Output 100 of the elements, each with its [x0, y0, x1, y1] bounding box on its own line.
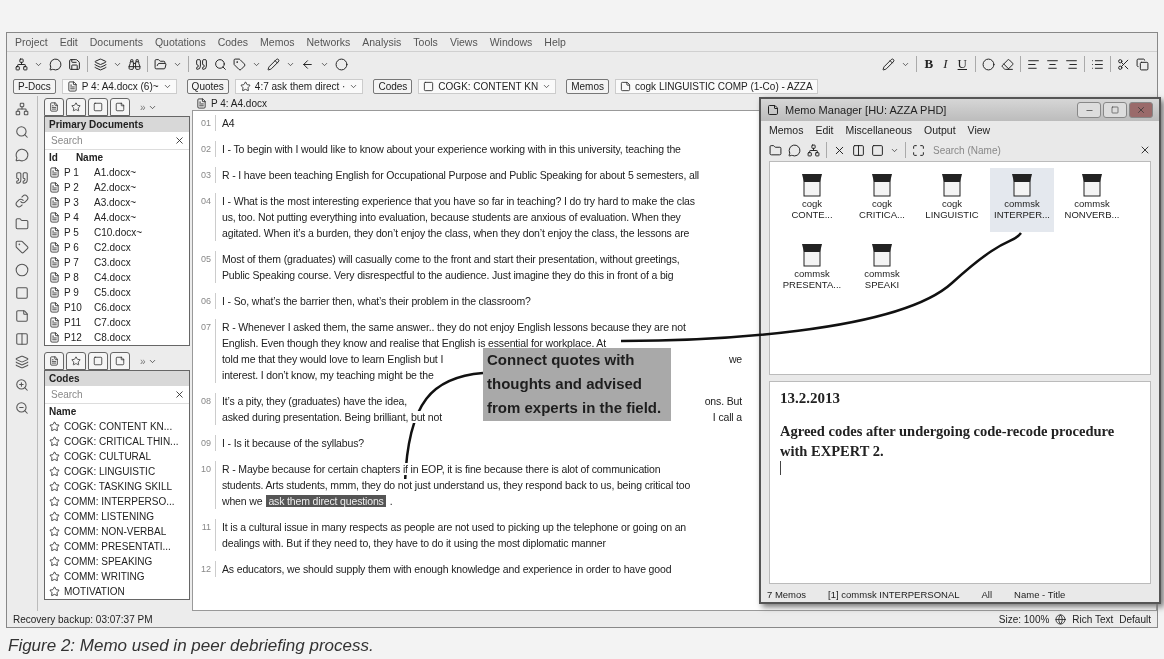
code-item[interactable]: COMM: PRESENTATI...: [64, 541, 171, 552]
menu-item[interactable]: Miscellaneous: [845, 124, 913, 136]
folder-icon[interactable]: [154, 57, 167, 71]
tag-icon[interactable]: [233, 57, 246, 71]
link-icon[interactable]: [15, 194, 29, 208]
circle-icon[interactable]: [15, 263, 29, 277]
panel-tab[interactable]: [110, 98, 130, 116]
layers-icon[interactable]: [94, 57, 107, 71]
memo-item[interactable]: cogk CONTE...: [780, 168, 844, 232]
code-item[interactable]: COMM: SPEAKING: [64, 556, 153, 567]
code-item[interactable]: COMM: WRITING: [64, 571, 145, 582]
panel-tab[interactable]: [88, 352, 108, 370]
underline-button[interactable]: U: [955, 56, 969, 72]
quote-icon[interactable]: [15, 171, 29, 185]
code-item[interactable]: COGK: CRITICAL THIN...: [64, 436, 179, 447]
zoom-out-icon[interactable]: [15, 401, 29, 415]
minimize-button[interactable]: [1077, 102, 1101, 118]
menu-item[interactable]: Output: [924, 124, 956, 136]
menu-item[interactable]: Memos: [769, 124, 804, 136]
menu-item[interactable]: Windows: [489, 36, 533, 48]
manager-button[interactable]: Memos: [566, 78, 609, 94]
menu-item[interactable]: Project: [15, 36, 48, 48]
align-left-icon[interactable]: [1027, 57, 1040, 71]
search-field[interactable]: Search: [49, 388, 143, 401]
circle-icon[interactable]: [335, 57, 348, 71]
document-row[interactable]: P 7 C3.docx: [45, 255, 189, 270]
menu-item[interactable]: Documents: [89, 36, 143, 48]
align-center-icon[interactable]: [1046, 57, 1059, 71]
network-icon[interactable]: [15, 57, 28, 71]
overflow-button[interactable]: »: [140, 101, 146, 113]
cut-icon[interactable]: [1117, 57, 1130, 71]
menu-item[interactable]: Networks: [306, 36, 351, 48]
memo-item[interactable]: cogk CRITICA...: [850, 168, 914, 232]
menu-item[interactable]: Analysis: [362, 36, 402, 48]
panel-tab[interactable]: [110, 352, 130, 370]
code-item[interactable]: COMM: NON-VERBAL: [64, 526, 167, 537]
memo-item[interactable]: commsk PRESENTA...: [780, 238, 844, 302]
note-icon[interactable]: [15, 309, 29, 323]
eraser-icon[interactable]: [1001, 57, 1014, 71]
columns-icon[interactable]: [852, 143, 865, 157]
binoculars-icon[interactable]: [128, 57, 141, 71]
panel-tab[interactable]: [88, 98, 108, 116]
window-icon[interactable]: [871, 143, 884, 157]
close-icon[interactable]: [174, 389, 185, 400]
memo-item[interactable]: commsk INTERPER...: [990, 168, 1054, 232]
document-row[interactable]: P 4 A4.docx~: [45, 210, 189, 225]
panel-tab[interactable]: [66, 98, 86, 116]
memo-item[interactable]: commsk NONVERB...: [1060, 168, 1124, 232]
memo-item[interactable]: commsk SPEAKI: [850, 238, 914, 302]
manager-button[interactable]: Codes: [373, 78, 413, 94]
code-item[interactable]: COGK: LINGUISTIC: [64, 466, 156, 477]
italic-button[interactable]: I: [941, 56, 950, 72]
pencil-icon[interactable]: [881, 57, 895, 71]
arrow-left-icon[interactable]: [301, 57, 314, 71]
document-row[interactable]: P 6 C2.docx: [45, 240, 189, 255]
list-icon[interactable]: [1091, 57, 1104, 71]
overflow-button[interactable]: »: [140, 355, 146, 367]
menu-item[interactable]: Memos: [260, 36, 295, 48]
code-item[interactable]: COGK: TASKING SKILL: [64, 481, 172, 492]
document-row[interactable]: P10 C6.docx: [45, 300, 189, 315]
column-header[interactable]: Name: [75, 152, 104, 163]
close-icon[interactable]: [1139, 144, 1151, 156]
network-icon[interactable]: [807, 143, 820, 157]
search-icon[interactable]: [15, 125, 29, 139]
document-tab[interactable]: P 4: A4.docx: [211, 97, 267, 109]
circle-icon[interactable]: [982, 57, 995, 71]
menu-item[interactable]: Help: [544, 36, 566, 48]
folder-icon[interactable]: [769, 143, 782, 157]
manager-button[interactable]: P-Docs: [13, 78, 56, 94]
selector-dropdown[interactable]: 4:7 ask them direct ·: [234, 78, 364, 94]
zoom-in-icon[interactable]: [15, 378, 29, 392]
panel-tab[interactable]: [66, 352, 86, 370]
document-row[interactable]: P 1 A1.docx~: [45, 165, 189, 180]
menu-item[interactable]: Quotations: [154, 36, 206, 48]
layers-icon[interactable]: [15, 355, 29, 369]
speech-bubble-icon[interactable]: [788, 143, 801, 157]
square-icon[interactable]: [15, 286, 29, 300]
copy-icon[interactable]: [1136, 57, 1149, 71]
save-icon[interactable]: [68, 57, 81, 71]
quote-icon[interactable]: [195, 57, 208, 71]
code-item[interactable]: COGK: CULTURAL: [64, 451, 152, 462]
tag-icon[interactable]: [15, 240, 29, 254]
code-item[interactable]: MOTIVATION: [64, 586, 125, 597]
column-header[interactable]: Id: [49, 152, 58, 163]
memo-item[interactable]: cogk LINGUISTIC: [920, 168, 984, 232]
search-field[interactable]: Search: [49, 134, 143, 147]
close-icon[interactable]: [174, 135, 185, 146]
pencil-icon[interactable]: [267, 57, 280, 71]
document-row[interactable]: P12 C8.docx: [45, 330, 189, 345]
maximize-icon[interactable]: [1111, 106, 1119, 114]
code-item[interactable]: COMM: INTERPERSO...: [64, 496, 175, 507]
document-row[interactable]: P11 C7.docx: [45, 315, 189, 330]
maximize-button[interactable]: [1103, 102, 1127, 118]
menu-item[interactable]: Edit: [59, 36, 78, 48]
document-row[interactable]: P 8 C4.docx: [45, 270, 189, 285]
menu-item[interactable]: Tools: [413, 36, 438, 48]
code-item[interactable]: COMM: LISTENING: [64, 511, 154, 522]
document-row[interactable]: P 5 C10.docx~: [45, 225, 189, 240]
code-item[interactable]: COGK: CONTENT KN...: [64, 421, 173, 432]
document-row[interactable]: P 9 C5.docx: [45, 285, 189, 300]
